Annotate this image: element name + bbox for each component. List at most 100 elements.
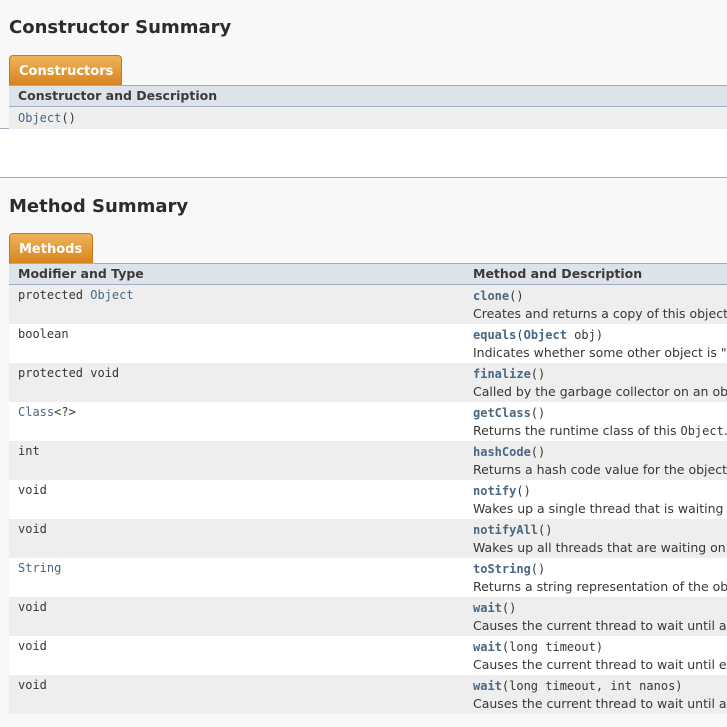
method-row-wait-9: void wait(long timeout) Causes the current… [9,636,727,675]
method-description: Creates and returns a copy of this objec… [473,306,727,321]
method-params: () [509,289,524,303]
method-link-getclass[interactable]: getClass [473,406,531,420]
modifier-text: void [18,522,47,536]
description-text: Returns a hash code value for the object… [473,462,727,477]
method-description-cell: wait(long timeout, int nanos) Causes the … [473,678,727,711]
method-description-cell: finalize() Called by the garbage collecto… [473,366,727,399]
method-table-header: Modifier and Type Method and Description [9,263,727,285]
method-link-wait[interactable]: wait [473,601,502,615]
method-params: () [530,406,546,420]
method-description: Returns a string representation of the o… [473,579,727,594]
description-text: Returns the runtime class of this [473,423,681,438]
method-signature: getClass() [473,406,545,420]
method-row-tostring: String toString() Returns a string represe… [9,558,727,597]
method-signature: wait(long timeout, int nanos) [473,679,683,693]
type-link[interactable]: Object [90,288,133,302]
method-description: Returns the runtime class of this Object… [473,423,727,438]
method-link-finalize[interactable]: finalize [473,367,531,381]
header-method-description: Method and Description [473,266,643,281]
method-params: (long timeout, int nanos) [501,679,683,693]
method-signature: notify() [473,484,531,498]
description-text: Causes the current thread to wait until … [473,696,727,711]
method-description-cell: equals(Object obj) Indicates whether some… [473,327,727,360]
description-text: Returns a string representation of the o… [473,579,727,594]
method-signature: finalize() [473,367,545,381]
method-params: () [516,484,531,498]
constructor-table-header: Constructor and Description [9,85,727,107]
header-modifier-type: Modifier and Type [18,266,144,281]
modifier-text: protected void [18,366,120,380]
param-type-link[interactable]: Object [524,328,567,342]
method-link-wait[interactable]: wait [473,640,502,654]
description-text: Wakes up a single thread that is waiting… [473,501,727,516]
modifier-type: void [18,678,47,692]
modifier-text: void [18,639,47,653]
modifier-text: void [18,483,47,497]
tab-methods[interactable]: Methods [9,233,93,263]
modifier-type: boolean [18,327,69,341]
constructor-link-object[interactable]: Object [18,111,61,125]
method-description: Wakes up a single thread that is waiting… [473,501,727,516]
method-link-notifyall[interactable]: notifyAll [473,523,538,537]
method-params: () [530,562,546,576]
method-description-cell: wait(long timeout) Causes the current thr… [473,639,727,672]
modifier-text: int [18,444,40,458]
type-generic: <?> [54,405,76,419]
method-link-wait[interactable]: wait [473,679,502,693]
method-link-notify[interactable]: notify [473,484,516,498]
method-description: Causes the current thread to wait until … [473,657,727,672]
method-params-open: ( [516,328,524,342]
modifier-type: void [18,639,47,653]
method-signature: wait() [473,601,516,615]
modifier-type: Class<?> [18,405,76,419]
method-params-rest: obj) [566,328,604,342]
method-params: () [530,445,546,459]
modifier-text: void [18,600,47,614]
method-params: (long timeout) [501,640,604,654]
modifier-text: void [18,678,47,692]
type-link[interactable]: Class [18,405,54,419]
method-row-hashcode: int hashCode() Returns a hash code value f… [9,441,727,480]
method-description: Indicates whether some other object is "… [473,345,727,360]
description-text: Causes the current thread to wait until … [473,657,727,672]
modifier-text: boolean [18,327,69,341]
description-code: Object [680,424,724,438]
method-link-equals[interactable]: equals [473,328,516,342]
modifier-type: protected Object [18,288,134,302]
constructor-summary-section: Constructor Summary Constructors Constru… [0,0,727,129]
method-description-cell: clone() Creates and returns a copy of thi… [473,288,727,321]
method-description: Returns a hash code value for the object… [473,462,727,477]
method-link-hashcode[interactable]: hashCode [473,445,531,459]
method-params: () [530,367,546,381]
method-signature: toString() [473,562,545,576]
method-signature: clone() [473,289,524,303]
method-params: () [501,601,517,615]
method-description-cell: notifyAll() Wakes up all threads that are… [473,522,727,555]
method-link-tostring[interactable]: toString [473,562,531,576]
method-description-cell: getClass() Returns the runtime class of t… [473,405,727,438]
method-description-cell: wait() Causes the current thread to wait … [473,600,727,633]
method-row-equals: boolean equals(Object obj) Indicates wheth… [9,324,727,363]
method-description-cell: hashCode() Returns a hash code value for … [473,444,727,477]
modifier-type: String [18,561,61,575]
description-text: Indicates whether some other object is "… [473,345,727,360]
modifier-text: protected [18,288,91,302]
modifier-type: void [18,483,47,497]
method-description: Wakes up all threads that are waiting on… [473,540,727,555]
method-summary-title: Method Summary [9,196,189,217]
tab-constructors[interactable]: Constructors [9,55,122,85]
method-table-body: protected Object clone() Creates and retur… [9,285,727,714]
method-description-cell: notify() Wakes up a single thread that is… [473,483,727,516]
modifier-type: void [18,600,47,614]
method-row-notifyall: void notifyAll() Wakes up all threads that… [9,519,727,558]
method-signature: notifyAll() [473,523,552,537]
method-link-clone[interactable]: clone [473,289,509,303]
method-params: () [538,523,553,537]
method-description: Causes the current thread to wait until … [473,618,727,633]
method-signature: wait(long timeout) [473,640,603,654]
type-link[interactable]: String [18,561,61,575]
method-signature: hashCode() [473,445,545,459]
description-text: Wakes up all threads that are waiting on… [473,540,727,555]
method-row-getclass: Class<?> getClass() Returns the runtime cl… [9,402,727,441]
method-signature: equals(Object obj) [473,328,603,342]
